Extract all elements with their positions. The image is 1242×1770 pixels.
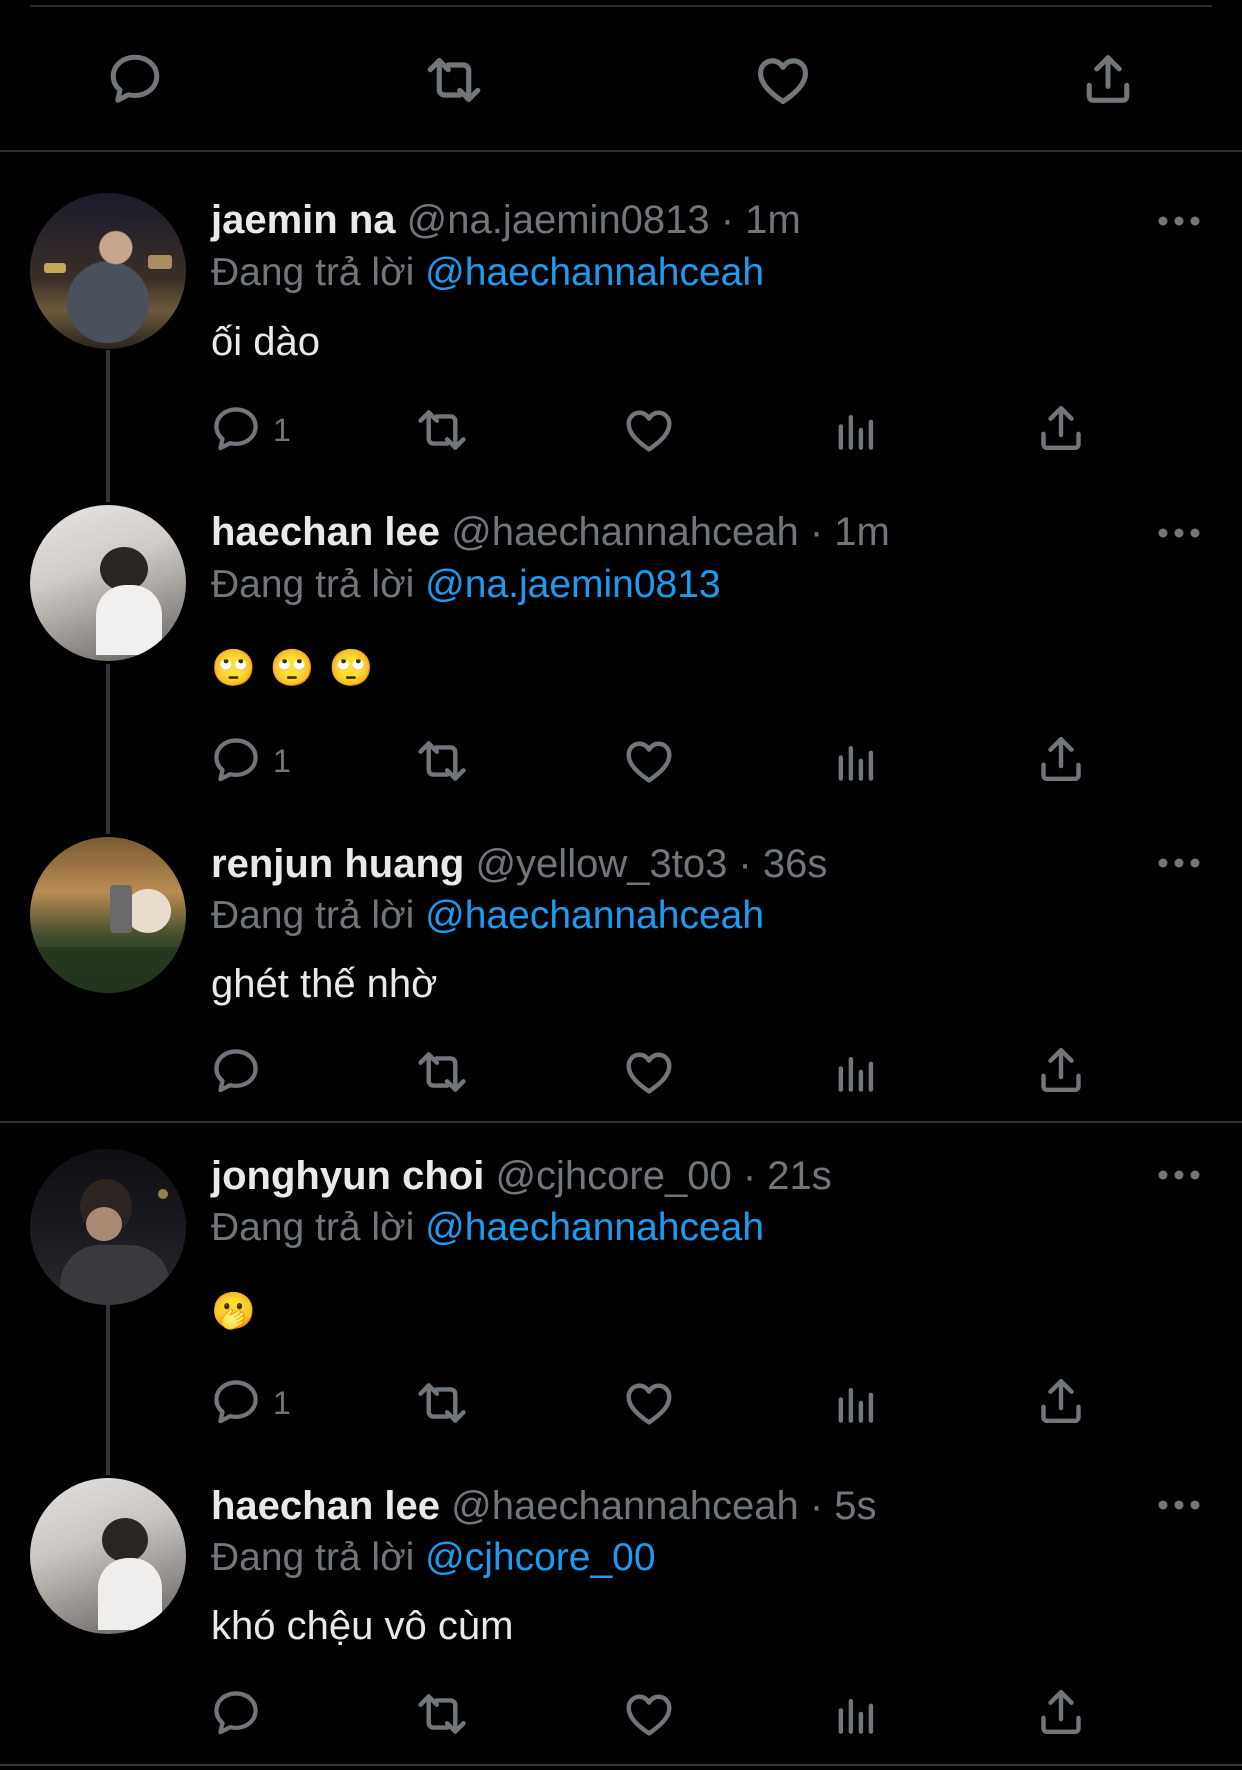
replying-to: Đang trả lời @haechannahceah	[211, 892, 764, 940]
more-icon[interactable]	[1157, 1495, 1201, 1515]
share-icon[interactable]	[1033, 1373, 1089, 1429]
tweet-header: renjun huang @yellow_3to3 · 36s	[211, 842, 828, 886]
reply-icon[interactable]	[209, 1686, 263, 1740]
reply-count: 1	[273, 412, 291, 448]
retweet-icon[interactable]	[414, 1375, 470, 1431]
tweet-text: 🙄🙄🙄	[211, 647, 388, 688]
replying-to: Đang trả lời @cjhcore_00	[211, 1534, 656, 1582]
handle[interactable]: @haechannahceah	[451, 510, 799, 554]
replying-to: Đang trả lời @haechannahceah	[211, 1204, 764, 1252]
display-name[interactable]: renjun huang	[211, 842, 464, 886]
reply-icon[interactable]	[209, 402, 263, 456]
timestamp[interactable]: 1m	[745, 198, 801, 242]
thread-line	[106, 350, 110, 502]
conversation-divider	[0, 1121, 1242, 1123]
like-icon[interactable]	[621, 1375, 677, 1431]
tweet-text: 🫢	[211, 1290, 256, 1331]
mention-link[interactable]: @haechannahceah	[425, 251, 764, 294]
mention-link[interactable]: @cjhcore_00	[425, 1536, 655, 1579]
views-icon[interactable]	[828, 402, 884, 458]
views-icon[interactable]	[828, 1686, 884, 1742]
retweet-icon[interactable]	[414, 1044, 470, 1100]
like-icon[interactable]	[621, 733, 677, 789]
timestamp[interactable]: 36s	[763, 842, 828, 886]
handle[interactable]: @na.jaemin0813	[407, 198, 710, 242]
handle[interactable]: @haechannahceah	[451, 1484, 799, 1528]
more-icon[interactable]	[1157, 853, 1201, 873]
reply-count: 1	[273, 743, 291, 779]
share-icon[interactable]	[1033, 1684, 1089, 1740]
display-name[interactable]: haechan lee	[211, 510, 440, 554]
avatar[interactable]	[30, 193, 186, 349]
tweet-text: ối dào	[211, 320, 320, 364]
tweet-text: khó chệu vô cùm	[211, 1604, 514, 1648]
avatar[interactable]	[30, 505, 186, 661]
avatar[interactable]	[30, 1149, 186, 1305]
share-icon[interactable]	[1078, 49, 1138, 109]
display-name[interactable]: haechan lee	[211, 1484, 440, 1528]
top-divider	[30, 5, 1212, 7]
reply-icon[interactable]	[209, 1375, 263, 1429]
share-icon[interactable]	[1033, 731, 1089, 787]
replying-label: Đang trả lời	[211, 894, 415, 937]
tweet-header: haechan lee @haechannahceah · 5s	[211, 1484, 877, 1528]
mention-link[interactable]: @haechannahceah	[425, 894, 764, 937]
tweet-text: ghét thế nhờ	[211, 962, 438, 1006]
handle[interactable]: @yellow_3to3	[475, 842, 727, 886]
timestamp[interactable]: 21s	[767, 1154, 832, 1198]
tweet-header: jaemin na @na.jaemin0813 · 1m	[211, 198, 801, 242]
handle[interactable]: @cjhcore_00	[495, 1154, 731, 1198]
thread-line	[106, 1305, 110, 1475]
tweet-header: haechan lee @haechannahceah · 1m	[211, 510, 890, 554]
bottom-divider	[0, 1764, 1242, 1766]
reply-count: 1	[273, 1385, 291, 1421]
retweet-icon[interactable]	[423, 49, 485, 111]
more-icon[interactable]	[1157, 523, 1201, 543]
mention-link[interactable]: @haechannahceah	[425, 1206, 764, 1249]
like-icon[interactable]	[621, 402, 677, 458]
share-icon[interactable]	[1033, 1042, 1089, 1098]
timestamp[interactable]: 1m	[834, 510, 890, 554]
tweet-header: jonghyun choi @cjhcore_00 · 21s	[211, 1154, 832, 1198]
replying-to: Đang trả lời @haechannahceah	[211, 249, 764, 297]
like-icon[interactable]	[621, 1686, 677, 1742]
timestamp[interactable]: 5s	[834, 1484, 876, 1528]
replying-label: Đang trả lời	[211, 563, 415, 606]
reply-icon[interactable]	[209, 733, 263, 787]
display-name[interactable]: jonghyun choi	[211, 1154, 484, 1198]
reply-icon[interactable]	[105, 49, 165, 109]
replying-label: Đang trả lời	[211, 251, 415, 294]
share-icon[interactable]	[1033, 400, 1089, 456]
reply-icon[interactable]	[209, 1044, 263, 1098]
like-icon[interactable]	[621, 1044, 677, 1100]
replying-to: Đang trả lời @na.jaemin0813	[211, 561, 721, 609]
retweet-icon[interactable]	[414, 733, 470, 789]
like-icon[interactable]	[752, 49, 814, 111]
replying-label: Đang trả lời	[211, 1536, 415, 1579]
more-icon[interactable]	[1157, 1165, 1201, 1185]
mention-link[interactable]: @na.jaemin0813	[425, 563, 720, 606]
thread-line	[106, 664, 110, 834]
replying-label: Đang trả lời	[211, 1206, 415, 1249]
views-icon[interactable]	[828, 1375, 884, 1431]
retweet-icon[interactable]	[414, 1686, 470, 1742]
views-icon[interactable]	[828, 1044, 884, 1100]
avatar[interactable]	[30, 1478, 186, 1634]
avatar[interactable]	[30, 837, 186, 993]
section-divider	[0, 150, 1242, 152]
views-icon[interactable]	[828, 733, 884, 789]
more-icon[interactable]	[1157, 211, 1201, 231]
display-name[interactable]: jaemin na	[211, 198, 396, 242]
retweet-icon[interactable]	[414, 402, 470, 458]
